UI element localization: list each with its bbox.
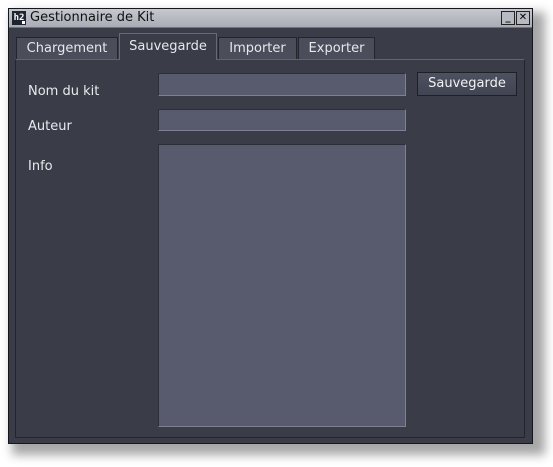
close-button[interactable]: ✕: [516, 11, 530, 25]
kit-manager-window: h2 Gestionnaire de Kit _ ✕ Chargement Sa…: [8, 8, 533, 444]
author-field[interactable]: [158, 109, 406, 131]
info-label: Info: [28, 159, 53, 174]
save-tab-panel: Nom du kit Sauvegarde Auteur Info: [15, 59, 525, 438]
tab-chargement[interactable]: Chargement: [16, 37, 118, 59]
tab-sauvegarde[interactable]: Sauvegarde: [119, 33, 217, 60]
author-label: Auteur: [28, 119, 72, 134]
window-title: Gestionnaire de Kit: [30, 10, 155, 25]
kit-name-field[interactable]: [158, 73, 406, 96]
minimize-button[interactable]: _: [501, 11, 515, 25]
info-textarea[interactable]: [158, 144, 406, 427]
kit-name-label: Nom du kit: [28, 84, 100, 99]
tab-importer[interactable]: Importer: [218, 37, 297, 59]
h2-app-icon: h2: [12, 11, 26, 25]
save-button[interactable]: Sauvegarde: [417, 72, 517, 96]
close-icon: ✕: [518, 12, 528, 23]
tab-exporter[interactable]: Exporter: [298, 37, 375, 59]
minimize-icon: _: [505, 12, 511, 23]
title-bar[interactable]: h2 Gestionnaire de Kit _ ✕: [9, 9, 532, 28]
